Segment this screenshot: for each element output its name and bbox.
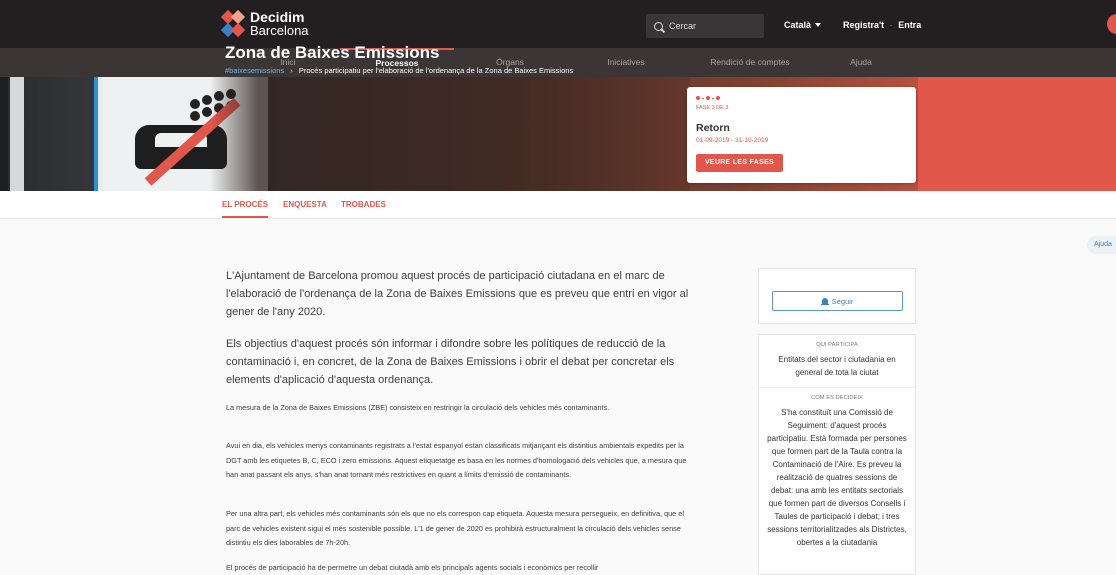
- divider: [759, 387, 915, 388]
- process-info-card: QUI PARTICIPA Entitats del sector i ciut…: [758, 334, 916, 575]
- tab-enquesta[interactable]: ENQUESTA: [283, 200, 327, 209]
- phase-card: FASE 3 DE 3 Retorn 01-09-2019 - 31-10-20…: [687, 87, 916, 183]
- article-paragraph-5: Per una altra part, els vehicles més con…: [226, 509, 684, 547]
- decidim-logo-icon: [220, 9, 246, 38]
- logo-text: Decidim Barcelona: [250, 10, 309, 38]
- nav-item-ajuda[interactable]: Ajuda: [838, 48, 884, 77]
- process-hashtag[interactable]: #baixesemissions: [225, 66, 284, 75]
- how-decided-text: S'ha constituït una Comissió de Seguimen…: [767, 408, 907, 547]
- top-bar: Decidim Barcelona Català Registra't · En…: [0, 0, 1116, 48]
- follow-label: Seguir: [831, 296, 854, 306]
- article-paragraph-3: La mesura de la Zona de Baixes Emissions…: [226, 403, 610, 412]
- notification-dot[interactable]: [1107, 14, 1116, 34]
- phase-count: FASE 3 DE 3: [696, 105, 729, 111]
- process-title: Zona de Baixes Emissions: [225, 43, 440, 62]
- phase-progress-icon: [696, 96, 722, 100]
- article-paragraph-6: El procés de participació ha de permetre…: [226, 563, 599, 572]
- search-icon: [654, 21, 663, 31]
- decidim-logo[interactable]: Decidim Barcelona: [220, 9, 309, 38]
- nav-item-rendicio[interactable]: Rendició de comptes: [690, 48, 810, 77]
- phase-dates: 01-09-2019 - 31-10-2019: [696, 137, 769, 144]
- process-subtitle-text: Procés participatiu per l'elaboració de …: [298, 66, 574, 75]
- nav-item-iniciatives[interactable]: Iniciatives: [586, 48, 666, 77]
- process-subtitle: #baixesemissions › Procés participatiu p…: [225, 66, 573, 75]
- article-paragraph-4: Avui en dia, els vehicles menys contamin…: [226, 441, 687, 479]
- process-hero: [0, 77, 1116, 191]
- register-link[interactable]: Registra't: [843, 20, 884, 30]
- language-selector[interactable]: Català: [784, 20, 822, 30]
- follow-button[interactable]: Seguir: [772, 291, 903, 311]
- how-decided-label: COM ES DECIDEIX: [811, 395, 863, 401]
- article-paragraph-2: Els objectius d'aquest procés són inform…: [226, 338, 675, 386]
- help-tab[interactable]: Ajuda: [1087, 236, 1116, 254]
- auth-separator: ·: [889, 20, 893, 30]
- follow-card: Seguir: [758, 268, 916, 324]
- see-phases-button[interactable]: VEURE LES FASES: [696, 154, 783, 172]
- tab-trobades[interactable]: TROBADES: [341, 200, 386, 209]
- language-label: Català: [784, 20, 812, 30]
- search-box[interactable]: [646, 14, 764, 38]
- bell-icon: [820, 298, 829, 305]
- who-participates-label: QUI PARTICIPA: [816, 342, 858, 348]
- who-participates-text: Entitats del sector i ciutadania en gene…: [778, 355, 896, 377]
- logo-line-2: Barcelona: [250, 23, 309, 38]
- auth-links: Registra't · Entra: [843, 20, 921, 30]
- search-input[interactable]: [669, 21, 759, 31]
- phase-name: Retorn: [696, 122, 730, 134]
- process-tabs: EL PROCÉS ENQUESTA TROBADES: [0, 191, 1116, 219]
- login-link[interactable]: Entra: [898, 20, 921, 30]
- article-paragraph-1: L'Ajuntament de Barcelona promou aquest …: [226, 270, 689, 318]
- chevron-down-icon: [815, 23, 822, 27]
- tab-el-proces[interactable]: EL PROCÉS: [222, 200, 269, 218]
- chevron-right-icon: ›: [290, 66, 293, 75]
